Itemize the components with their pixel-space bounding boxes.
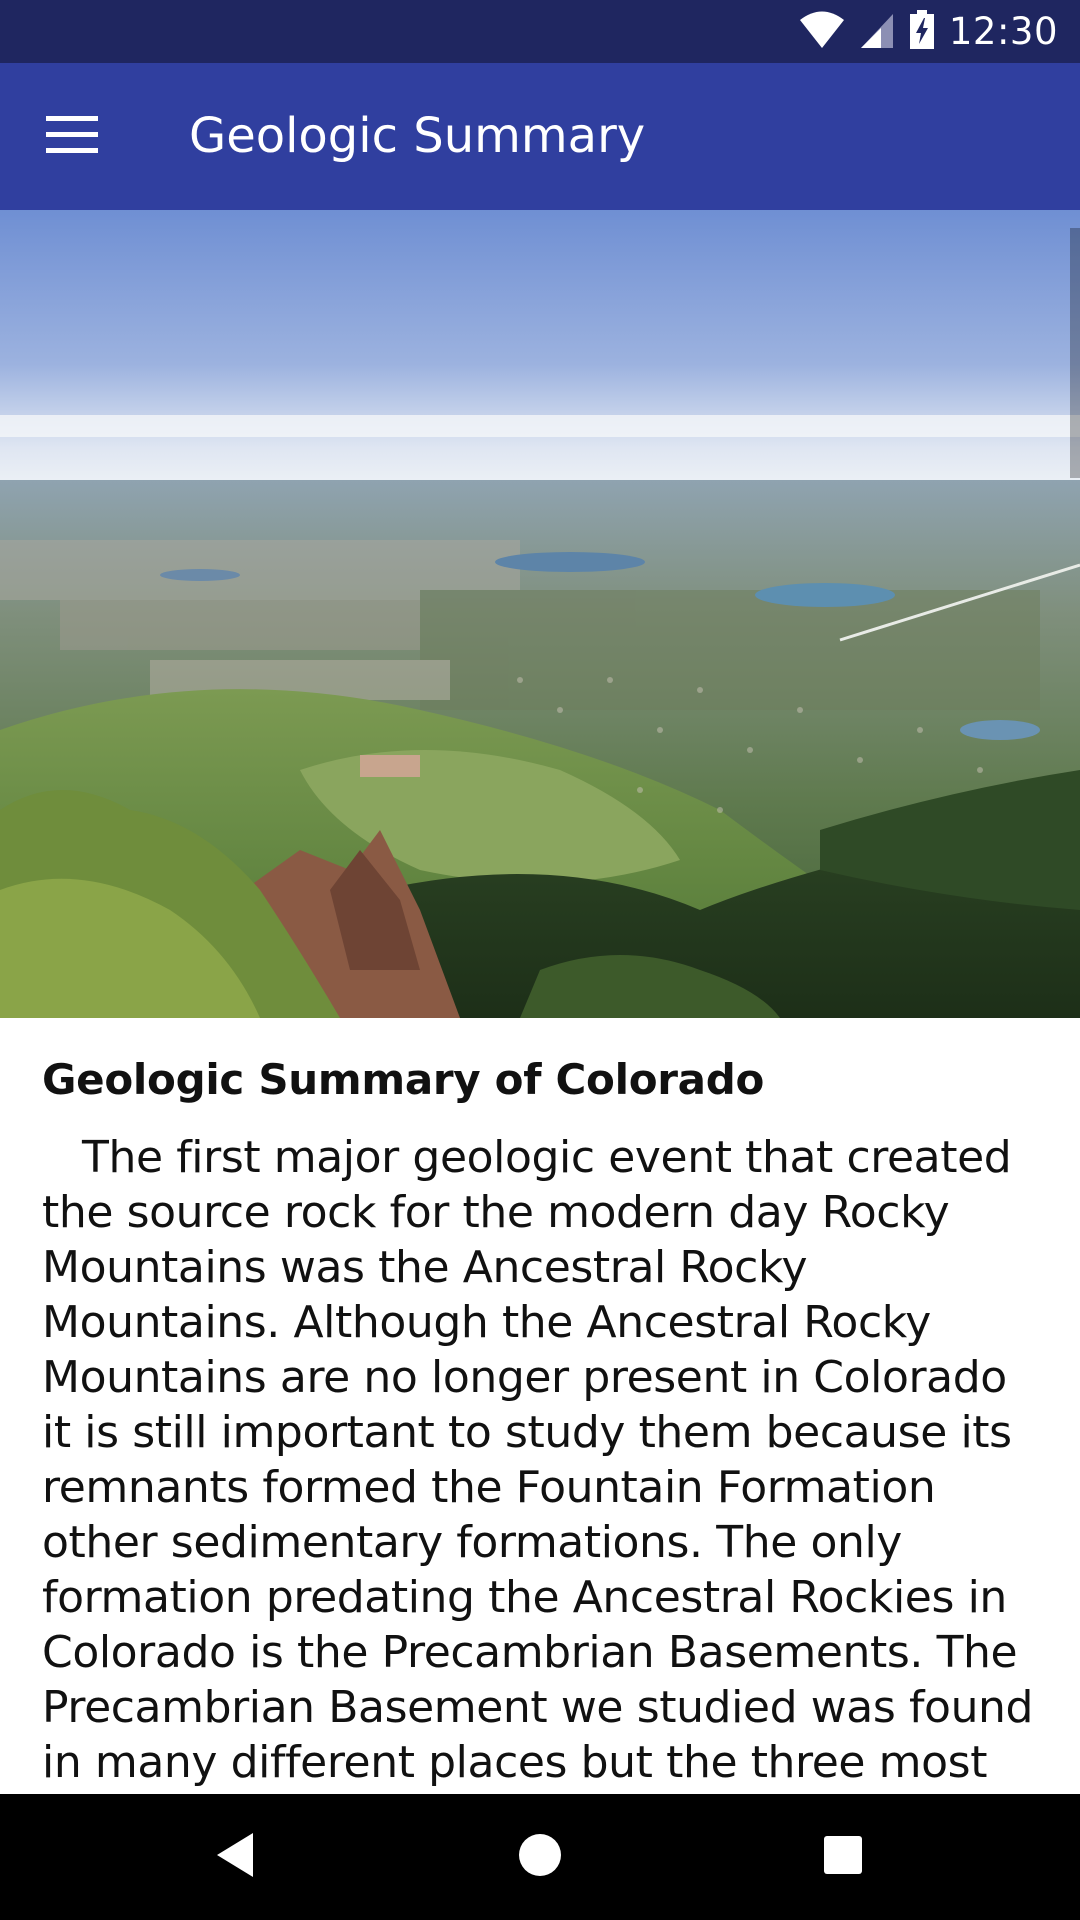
recents-button[interactable] bbox=[803, 1817, 883, 1897]
wifi-icon bbox=[799, 11, 845, 53]
recents-square-icon bbox=[823, 1835, 863, 1879]
home-button[interactable] bbox=[500, 1817, 580, 1897]
cell-signal-icon bbox=[859, 11, 895, 53]
article-body: The first major geologic event that crea… bbox=[42, 1132, 1034, 1794]
system-nav-bar bbox=[0, 1794, 1080, 1920]
article-content: Geologic Summary of Colorado The first m… bbox=[42, 1018, 1042, 1794]
home-circle-icon bbox=[517, 1832, 563, 1882]
status-time: 12:30 bbox=[948, 10, 1058, 53]
hamburger-menu-icon bbox=[46, 116, 98, 158]
scrollbar-thumb[interactable] bbox=[1070, 228, 1080, 478]
back-triangle-icon bbox=[213, 1831, 257, 1883]
app-title: Geologic Summary bbox=[189, 108, 646, 164]
app-bar: Geologic Summary bbox=[0, 63, 1080, 210]
back-button[interactable] bbox=[195, 1817, 275, 1897]
hero-image bbox=[0, 210, 1080, 1018]
article-heading: Geologic Summary of Colorado bbox=[42, 1055, 765, 1104]
status-bar: 12:30 bbox=[0, 0, 1080, 63]
status-icons: 12:30 bbox=[799, 0, 1058, 63]
battery-charging-icon bbox=[909, 9, 935, 54]
menu-button[interactable] bbox=[24, 89, 120, 185]
